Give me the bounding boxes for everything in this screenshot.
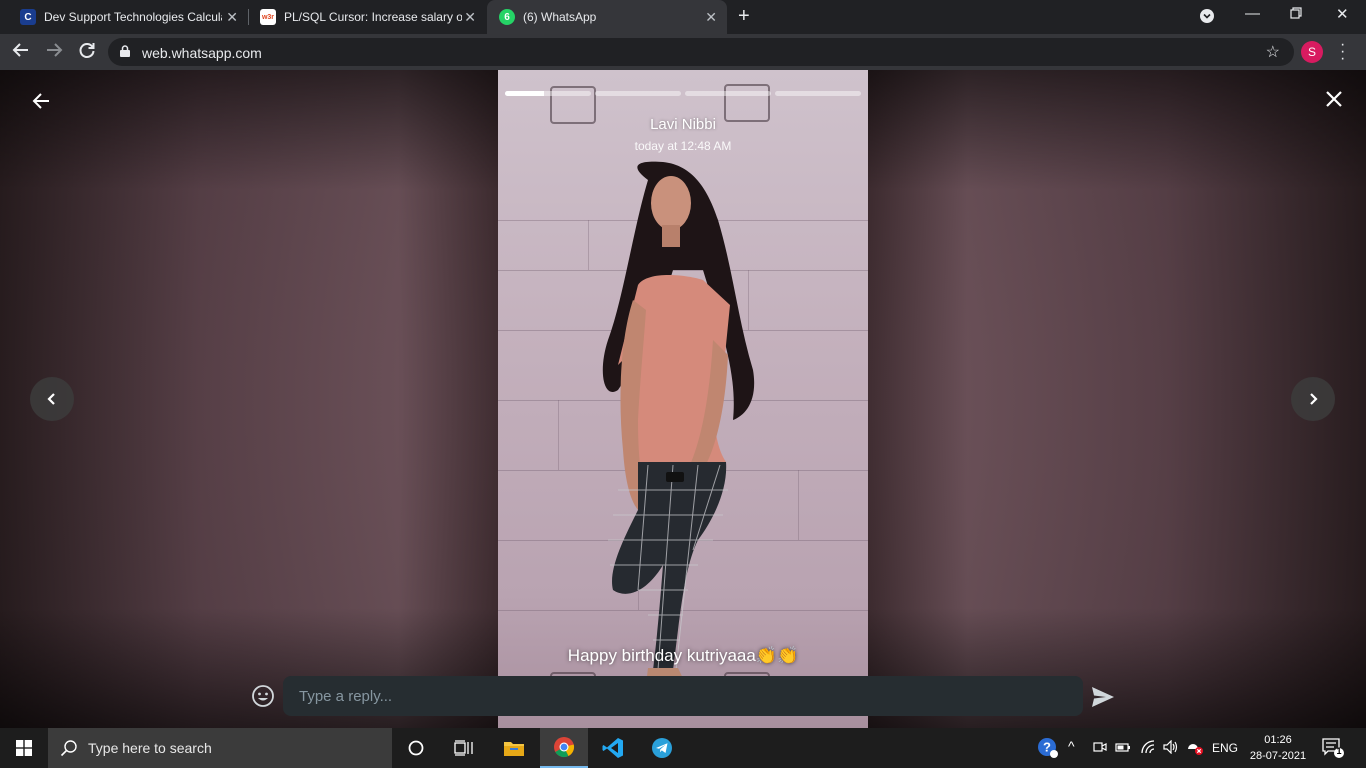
status-caption: Happy birthday kutriyaaa👏👏	[567, 646, 799, 665]
clock-date: 28-07-2021	[1249, 750, 1307, 762]
action-center-button[interactable]: 1	[1322, 738, 1344, 758]
taskbar-search-box[interactable]: Type here to search	[48, 728, 392, 768]
progress-segment	[505, 91, 591, 96]
status-image: Lavi Nibbi today at 12:48 AM Happy birth…	[498, 70, 868, 728]
tab-dev-support[interactable]: C Dev Support Technologies Calculator ✕	[8, 0, 248, 34]
wifi-icon[interactable]	[1140, 740, 1156, 757]
search-icon	[60, 740, 77, 757]
notification-count: 1	[1336, 746, 1342, 756]
w3resource-favicon-icon: w3r	[260, 9, 276, 25]
reload-icon[interactable]	[78, 41, 96, 64]
whatsapp-favicon-icon: 6	[499, 9, 515, 25]
status-posted-time: today at 12:48 AM	[634, 139, 732, 153]
vscode-taskbar-button[interactable]	[589, 728, 637, 768]
forward-icon[interactable]	[45, 41, 63, 64]
status-poster-name: Lavi Nibbi	[650, 116, 716, 133]
status-viewer: Lavi Nibbi today at 12:48 AM Happy birth…	[0, 70, 1366, 728]
progress-segment	[775, 91, 861, 96]
minimize-icon[interactable]: —	[1245, 5, 1260, 22]
volume-icon[interactable]	[1163, 739, 1179, 757]
lock-icon	[120, 45, 130, 57]
telegram-taskbar-button[interactable]	[638, 728, 686, 768]
status-back-icon[interactable]	[32, 90, 50, 116]
cortana-circle-icon	[408, 740, 424, 756]
windows-start-icon[interactable]	[16, 740, 32, 756]
vscode-icon	[602, 738, 623, 758]
reply-bar	[0, 676, 1366, 728]
file-explorer-button[interactable]	[490, 728, 538, 768]
taskbar-search-placeholder: Type here to search	[88, 740, 212, 756]
next-status-button[interactable]	[1291, 377, 1335, 421]
battery-icon[interactable]	[1115, 740, 1131, 757]
tab-whatsapp[interactable]: 6 (6) WhatsApp ✕	[487, 0, 727, 34]
dev-support-favicon-icon: C	[20, 9, 36, 25]
clock-time: 01:26	[1264, 734, 1292, 746]
close-tab-icon[interactable]: ✕	[226, 9, 238, 26]
tab-plsql-cursor[interactable]: w3r PL/SQL Cursor: Increase salary of em…	[248, 0, 486, 34]
close-tab-icon[interactable]: ✕	[705, 9, 717, 26]
show-hidden-icons-icon[interactable]: ^	[1068, 738, 1075, 754]
network-error-icon[interactable]	[1186, 740, 1204, 759]
person-photo	[602, 161, 755, 710]
browser-tab-bar: C Dev Support Technologies Calculator ✕ …	[0, 0, 1366, 34]
task-view-icon	[454, 740, 473, 756]
close-window-icon[interactable]: ✕	[1336, 5, 1349, 23]
send-icon[interactable]	[1091, 686, 1115, 708]
chevron-right-icon	[1310, 393, 1318, 405]
previous-status-button[interactable]	[30, 377, 74, 421]
cortana-button[interactable]	[392, 728, 440, 768]
reply-input[interactable]	[283, 676, 1083, 716]
progress-segment	[595, 91, 681, 96]
restore-icon[interactable]	[1290, 6, 1302, 23]
folder-icon	[504, 742, 524, 756]
taskbar-clock[interactable]: 01:26 28-07-2021	[1249, 732, 1307, 764]
bookmark-star-icon[interactable]: ☆	[1266, 42, 1280, 62]
progress-fill	[505, 91, 544, 96]
browser-toolbar: web.whatsapp.com ☆ S · · ·	[0, 34, 1366, 70]
status-progress-bars	[505, 91, 861, 96]
help-tray-icon[interactable]: ?	[1037, 737, 1059, 762]
meet-now-icon[interactable]	[1093, 740, 1107, 757]
browser-menu-icon[interactable]: · · ·	[1340, 37, 1345, 67]
profile-avatar[interactable]: S	[1301, 41, 1323, 63]
tab-title: (6) WhatsApp	[523, 10, 597, 24]
tab-title: PL/SQL Cursor: Increase salary of employ…	[284, 10, 462, 24]
svg-text:?: ?	[1043, 740, 1051, 755]
url-text: web.whatsapp.com	[142, 45, 262, 61]
tab-search-icon[interactable]	[1200, 9, 1214, 27]
chevron-left-icon	[47, 393, 55, 405]
status-close-icon[interactable]	[1325, 88, 1343, 114]
address-bar[interactable]: web.whatsapp.com ☆	[108, 38, 1294, 66]
close-tab-icon[interactable]: ✕	[464, 9, 476, 26]
reply-input-container	[283, 676, 1083, 716]
tab-title: Dev Support Technologies Calculator	[44, 10, 222, 24]
input-language[interactable]: ENG	[1212, 741, 1238, 755]
windows-taskbar: Type here to search ? ^ ENG 01:26 28-07-…	[0, 728, 1366, 768]
telegram-icon	[652, 738, 672, 758]
progress-segment	[685, 91, 771, 96]
task-view-button[interactable]	[440, 728, 488, 768]
emoji-icon[interactable]	[251, 684, 275, 708]
chrome-icon	[554, 737, 575, 758]
new-tab-button[interactable]: +	[738, 5, 750, 28]
back-icon[interactable]	[12, 41, 30, 64]
chrome-taskbar-button[interactable]	[540, 728, 588, 768]
